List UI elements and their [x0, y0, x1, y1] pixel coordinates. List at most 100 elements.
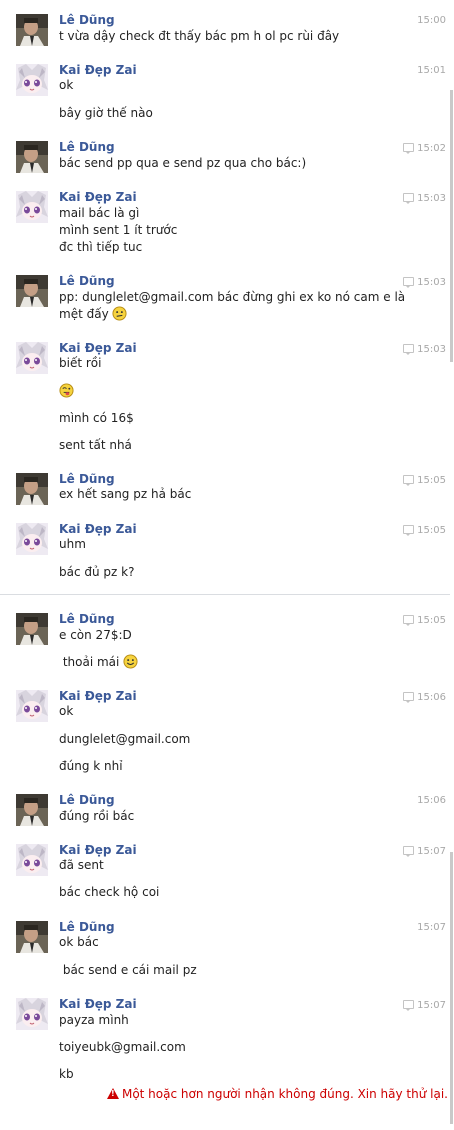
sender-name[interactable]: Lê Dũng — [59, 612, 115, 626]
timestamp: 15:05 — [403, 614, 446, 626]
message-text: sent tất nhá — [59, 438, 132, 452]
seen-receipt-icon — [403, 475, 415, 486]
avatar[interactable] — [16, 14, 48, 46]
scrollbar-thumb[interactable] — [450, 90, 453, 362]
timestamp: 15:01 — [417, 65, 446, 76]
message-text: bác send pp qua e send pz qua cho bác:) — [59, 156, 307, 170]
avatar[interactable] — [16, 998, 48, 1030]
sender-name[interactable]: Lê Dũng — [59, 472, 115, 486]
message-text: payza mình — [59, 1013, 129, 1027]
timestamp: 15:07 — [403, 999, 446, 1011]
message-text: bác check hộ coi — [59, 885, 160, 899]
avatar[interactable] — [16, 690, 48, 722]
avatar[interactable] — [16, 191, 48, 223]
timestamp-text: 15:07 — [417, 1000, 446, 1011]
sender-name[interactable]: Lê Dũng — [59, 274, 115, 288]
message-text: ex hết sang pz hả bác — [59, 487, 192, 501]
sender-name[interactable]: Kai Đẹp Zai — [59, 190, 137, 204]
timestamp: 15:03 — [403, 192, 446, 204]
message-text: t vừa dậy check đt thấy bác pm h ol pc r… — [59, 29, 340, 43]
message-text: e còn 27$:D — [59, 628, 132, 642]
timestamp-text: 15:06 — [417, 692, 446, 703]
avatar[interactable] — [16, 64, 48, 96]
seen-receipt-icon — [403, 143, 415, 154]
seen-receipt-icon — [403, 277, 415, 288]
message-text: bác send e cái mail pz — [59, 963, 197, 977]
avatar[interactable] — [16, 613, 48, 645]
message-text: ok bác — [59, 935, 99, 949]
message-text: thoải mái — [59, 654, 409, 671]
message-text: uhm — [59, 537, 86, 551]
date-divider — [0, 594, 450, 595]
message-text: ok — [59, 78, 74, 92]
timestamp: 15:03 — [403, 276, 446, 288]
timestamp-text: 15:01 — [417, 65, 446, 76]
sender-name[interactable]: Kai Đẹp Zai — [59, 997, 137, 1011]
sender-name[interactable]: Lê Dũng — [59, 793, 115, 807]
seen-receipt-icon — [403, 615, 415, 626]
message-text — [59, 383, 409, 400]
scrollbar-thumb-lower[interactable] — [450, 852, 453, 1124]
timestamp: 15:05 — [403, 524, 446, 536]
message-text: bác đủ pz k? — [59, 565, 135, 579]
message-text: dunglelet@gmail.com — [59, 732, 191, 746]
message-text: mail bác là gì mình sent 1 ít trước đc t… — [59, 206, 178, 254]
sender-name[interactable]: Kai Đẹp Zai — [59, 341, 137, 355]
sender-name[interactable]: Kai Đẹp Zai — [59, 843, 137, 857]
seen-receipt-icon — [403, 193, 415, 204]
avatar[interactable] — [16, 275, 48, 307]
error-text: Một hoặc hơn người nhận không đúng. Xin … — [121, 1087, 448, 1101]
avatar[interactable] — [16, 844, 48, 876]
message-text: đã sent — [59, 858, 104, 872]
sender-name[interactable]: Kai Đẹp Zai — [59, 689, 137, 703]
sender-name[interactable]: Kai Đẹp Zai — [59, 63, 137, 77]
sender-name[interactable]: Kai Đẹp Zai — [59, 522, 137, 536]
timestamp: 15:05 — [403, 474, 446, 486]
timestamp: 15:02 — [403, 142, 446, 154]
message-text: đúng rồi bác — [59, 809, 135, 823]
avatar[interactable] — [16, 921, 48, 953]
message-text: bây giờ thế nào — [59, 106, 153, 120]
timestamp: 15:07 — [417, 922, 446, 933]
avatar[interactable] — [16, 342, 48, 374]
smile-smiley-icon — [123, 654, 138, 669]
message-text: mình có 16$ — [59, 411, 134, 425]
message-text: pp: dunglelet@gmail.com bác đừng ghi ex … — [59, 290, 406, 321]
timestamp-text: 15:05 — [417, 525, 446, 536]
timestamp-text: 15:03 — [417, 344, 446, 355]
seen-receipt-icon — [403, 846, 415, 857]
avatar[interactable] — [16, 473, 48, 505]
sender-name[interactable]: Lê Dũng — [59, 140, 115, 154]
timestamp: 15:00 — [417, 15, 446, 26]
send-error-message: Một hoặc hơn người nhận không đúng. Xin … — [106, 1087, 448, 1101]
message-text: toiyeubk@gmail.com — [59, 1040, 186, 1054]
sender-name[interactable]: Lê Dũng — [59, 920, 115, 934]
avatar[interactable] — [16, 141, 48, 173]
seen-receipt-icon — [403, 525, 415, 536]
timestamp-text: 15:05 — [417, 475, 446, 486]
timestamp-text: 15:03 — [417, 277, 446, 288]
sender-name[interactable]: Lê Dũng — [59, 13, 115, 27]
tongue-smiley-icon — [59, 383, 74, 398]
chat-thread: Lê Dũng 15:00 t vừa dậy check đt thấy bác … — [0, 0, 454, 1130]
timestamp-text: 15:07 — [417, 922, 446, 933]
timestamp-text: 15:02 — [417, 143, 446, 154]
timestamp: 15:06 — [403, 691, 446, 703]
avatar[interactable] — [16, 794, 48, 826]
warning-icon — [106, 1088, 119, 1099]
message-text: đúng k nhỉ — [59, 759, 123, 773]
seen-receipt-icon — [403, 692, 415, 703]
timestamp: 15:07 — [403, 845, 446, 857]
seen-receipt-icon — [403, 344, 415, 355]
timestamp-text: 15:07 — [417, 846, 446, 857]
unsure-smiley-icon — [112, 306, 128, 321]
message-text: kb — [59, 1067, 74, 1081]
timestamp: 15:03 — [403, 343, 446, 355]
timestamp: 15:06 — [417, 795, 446, 806]
seen-receipt-icon — [403, 1000, 415, 1011]
timestamp-text: 15:00 — [417, 15, 446, 26]
timestamp-text: 15:06 — [417, 795, 446, 806]
timestamp-text: 15:03 — [417, 193, 446, 204]
avatar[interactable] — [16, 523, 48, 555]
timestamp-text: 15:05 — [417, 615, 446, 626]
